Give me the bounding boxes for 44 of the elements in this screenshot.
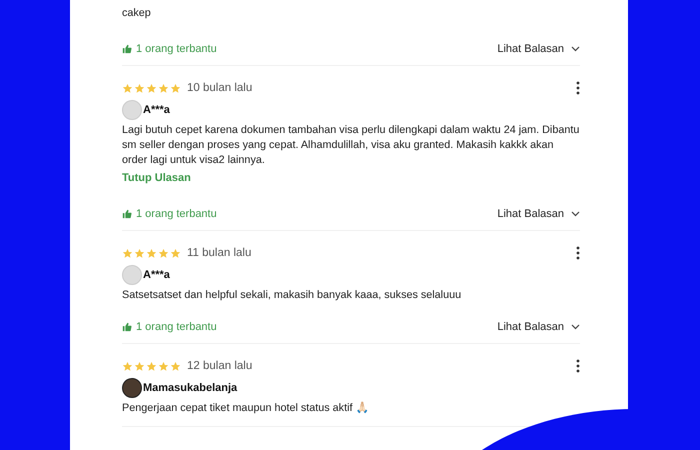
- review-text: Lagi butuh cepet karena dokumen tambahan visa perlu dilengkapi dalam waktu 24 jam. Dibantu sm seller dengan proses yang cepat. Alhamdulillah, visa aku granted. Makasih kakkk akan order lagi untuk visa2 lainnya.: [122, 123, 580, 168]
- helpful-button[interactable]: 1 orang terbantu: [122, 208, 217, 220]
- view-replies-button[interactable]: Lihat Balasan: [497, 43, 580, 55]
- star-icon: [170, 82, 181, 94]
- star-icon: [122, 248, 133, 258]
- star-icon: [146, 360, 157, 372]
- reviewer-name: A***a: [143, 269, 170, 281]
- avatar-placeholder: [122, 100, 142, 120]
- star-icon: [170, 248, 181, 258]
- reviewer-name: Mamasukabelanja: [143, 382, 238, 394]
- star-icon: [134, 360, 145, 372]
- review-time: 11 bulan lalu: [187, 247, 252, 259]
- star-icon: [158, 360, 169, 372]
- review-time: 10 bulan lalu: [187, 82, 252, 94]
- chevron-down-icon: [571, 211, 580, 217]
- helpful-button[interactable]: 1 orang terbantu: [122, 43, 217, 55]
- view-replies-button[interactable]: Lihat Balasan: [497, 321, 580, 333]
- thumbs-up-icon: [122, 44, 132, 54]
- helpful-button[interactable]: 1 orang terbantu: [122, 321, 217, 333]
- review-text: cakep: [122, 6, 152, 21]
- star-icon: [134, 248, 145, 258]
- collapse-link[interactable]: Tutup Ulasan: [122, 172, 191, 184]
- thumbs-up-icon: [122, 209, 132, 219]
- thumbs-up-icon: [122, 322, 132, 332]
- star-icon: [158, 248, 169, 258]
- review-text: Satsetsatset dan helpful sekali, makasih banyak kaaa, sukses selaluuu: [122, 288, 462, 303]
- avatar-photo: [122, 378, 142, 398]
- more-icon[interactable]: [576, 359, 580, 373]
- star-icon: [146, 248, 157, 258]
- star-icon: [122, 360, 133, 372]
- avatar-placeholder: [122, 265, 142, 285]
- star-icon: [122, 82, 133, 94]
- star-icon: [134, 82, 145, 94]
- chevron-down-icon: [571, 324, 580, 330]
- view-replies-button[interactable]: Lihat Balasan: [497, 208, 580, 220]
- review-time: 12 bulan lalu: [187, 360, 252, 372]
- reviewer-name: A***a: [143, 104, 170, 116]
- star-icon: [170, 360, 181, 372]
- more-icon[interactable]: [576, 246, 580, 260]
- more-icon[interactable]: [576, 81, 580, 95]
- star-icon: [146, 82, 157, 94]
- chevron-down-icon: [571, 46, 580, 52]
- star-icon: [158, 82, 169, 94]
- review-text: Pengerjaan cepat tiket maupun hotel status aktif 🙏🏻: [122, 401, 370, 416]
